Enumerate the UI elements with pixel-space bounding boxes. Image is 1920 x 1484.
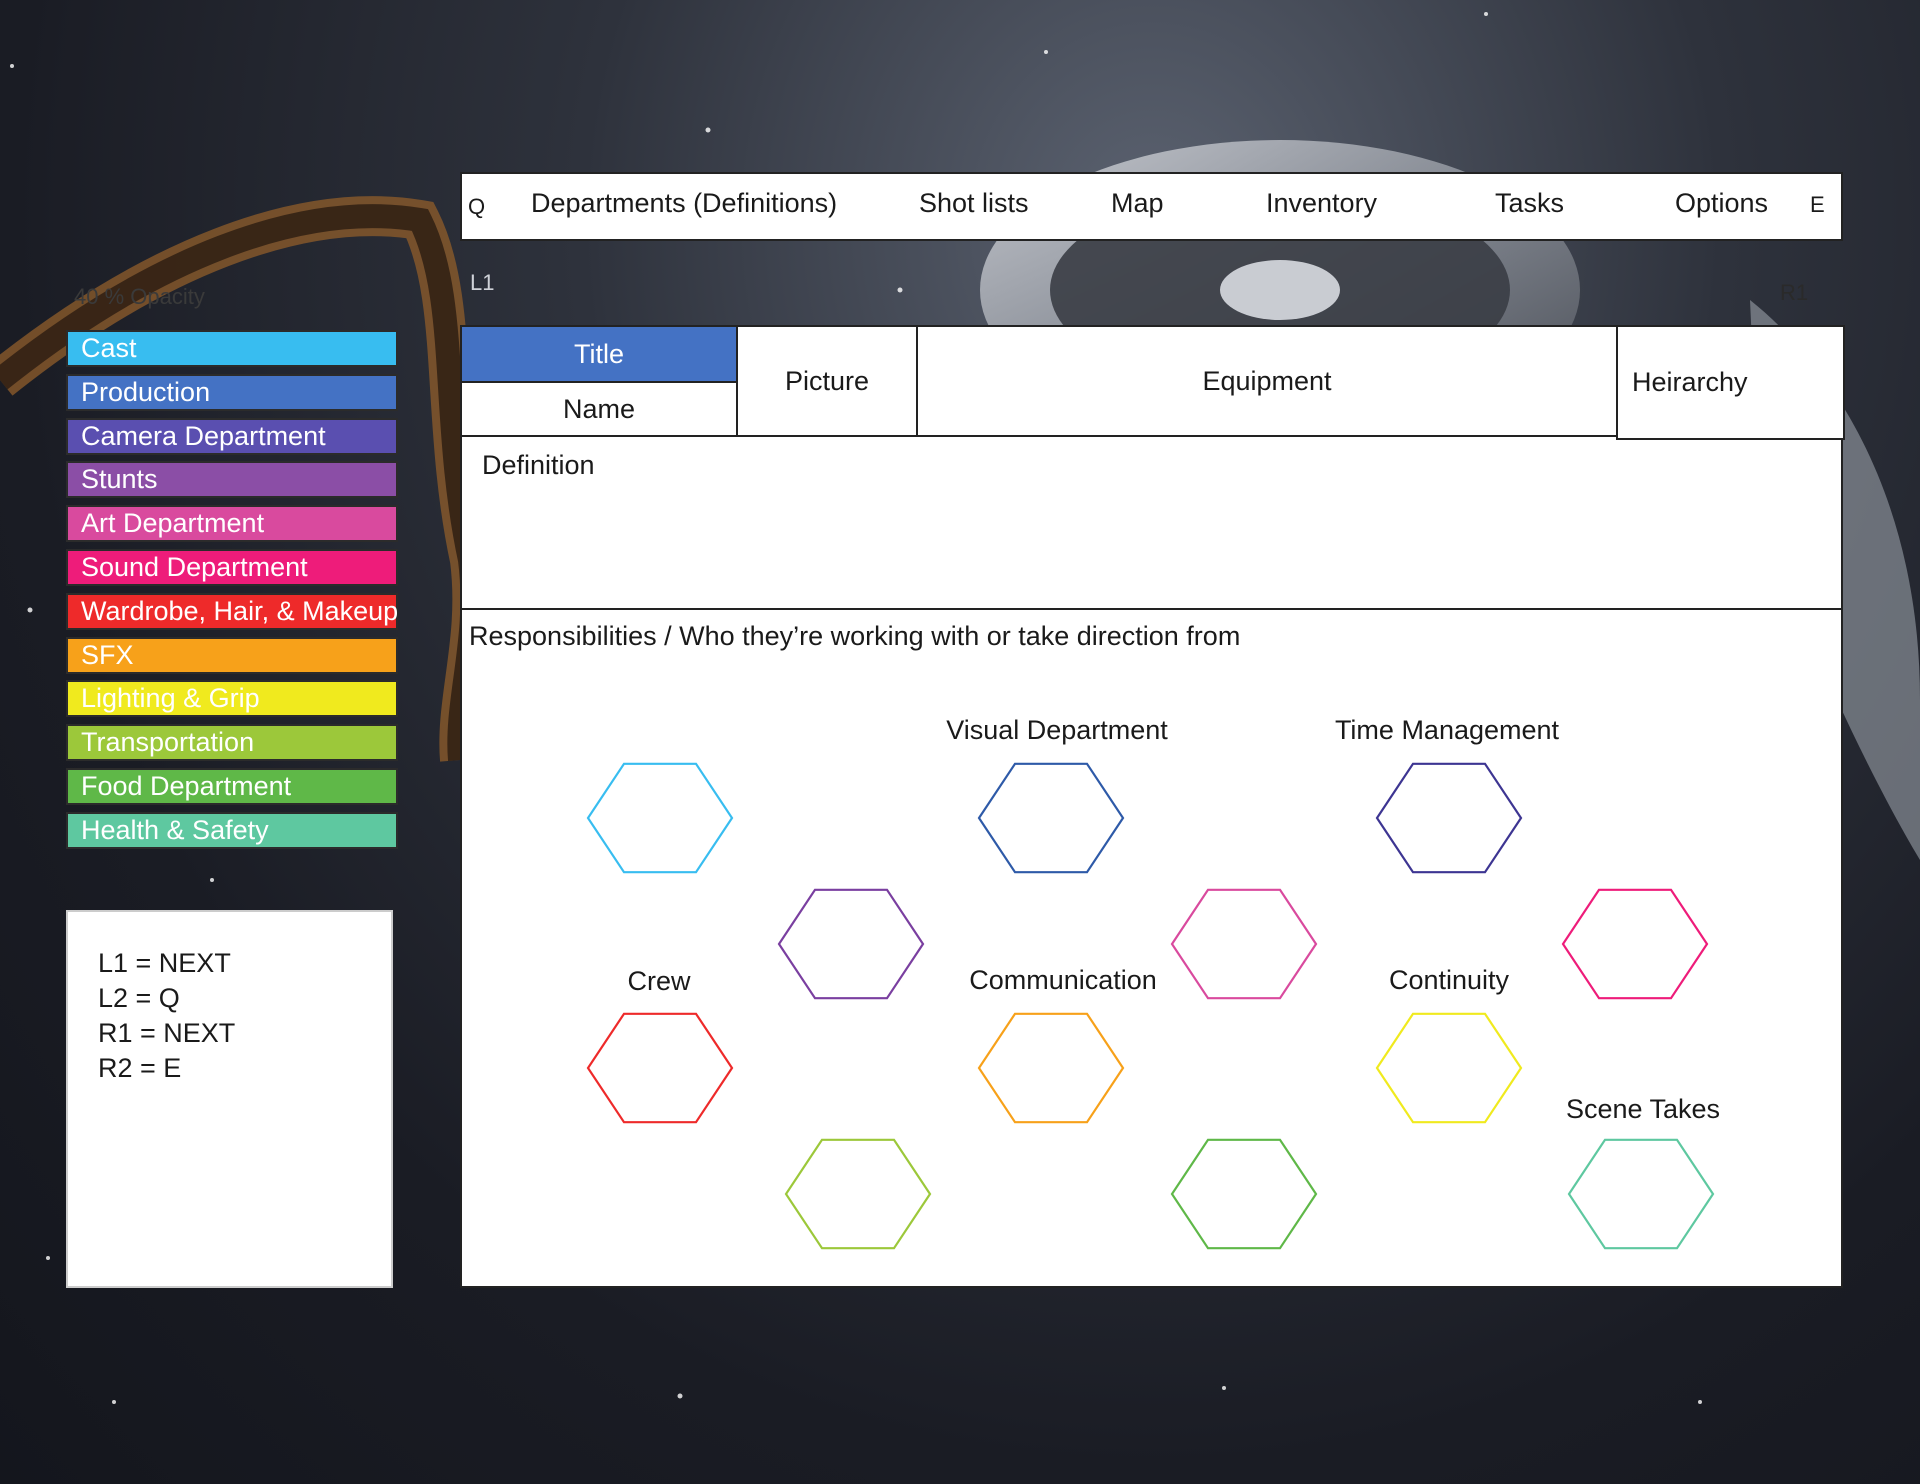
hex-stunts[interactable] [777, 888, 925, 1000]
department-item[interactable]: Art Department [66, 505, 398, 543]
department-item[interactable]: Camera Department [66, 417, 398, 455]
hex-art[interactable] [1170, 888, 1318, 1000]
department-item[interactable]: SFX [66, 636, 398, 674]
top-nav-bar: Q Departments (Definitions) Shot lists M… [460, 172, 1843, 241]
department-item[interactable]: Lighting & Grip [66, 680, 398, 718]
controls-box: L1 = NEXT L2 = Q R1 = NEXT R2 = E [66, 910, 393, 1288]
hex-sound[interactable] [1561, 888, 1709, 1000]
hex-sfx[interactable] [977, 1012, 1125, 1124]
tab-shot-lists[interactable]: Shot lists [919, 188, 1029, 219]
r1-bumper-label: R1 [1780, 280, 1809, 305]
department-item[interactable]: Health & Safety [66, 811, 398, 849]
e-shoulder-hint: E [1810, 192, 1825, 217]
hex-camera[interactable] [1375, 762, 1523, 874]
hex-lighting[interactable] [1375, 1012, 1523, 1124]
control-line: R2 = E [98, 1053, 182, 1083]
relationship-hex-map [586, 762, 1715, 1250]
tab-tasks[interactable]: Tasks [1495, 188, 1564, 219]
tab-map[interactable]: Map [1111, 188, 1164, 219]
q-shoulder-hint: Q [468, 194, 486, 219]
department-item[interactable]: Sound Department [66, 549, 398, 586]
tab-departments[interactable]: Departments (Definitions) [531, 188, 837, 219]
hex-health[interactable] [1567, 1138, 1715, 1250]
hex-food[interactable] [1170, 1138, 1318, 1250]
hex-production[interactable] [977, 762, 1125, 874]
control-line: R1 = NEXT [98, 1018, 236, 1048]
hex-cast[interactable] [586, 762, 734, 874]
tab-inventory[interactable]: Inventory [1266, 188, 1377, 219]
department-item[interactable]: Cast [66, 330, 398, 367]
hex-wardrobe[interactable] [586, 1012, 734, 1124]
opacity-note: 40 % Opacity [74, 284, 205, 309]
department-item[interactable]: Production [66, 373, 398, 411]
control-line: L2 = Q [98, 983, 180, 1013]
department-detail-panel: Title Name Picture Equipment Heirarchy D… [460, 325, 1845, 1288]
l1-bumper-label: L1 [470, 270, 495, 295]
department-item[interactable]: Wardrobe, Hair, & Makeup [66, 592, 398, 630]
tab-options[interactable]: Options [1675, 188, 1768, 219]
department-item[interactable]: Stunts [66, 461, 398, 499]
control-line: L1 = NEXT [98, 948, 231, 978]
department-item[interactable]: Food Department [66, 768, 398, 805]
hex-transportation[interactable] [784, 1138, 932, 1250]
department-item[interactable]: Transportation [66, 724, 398, 762]
